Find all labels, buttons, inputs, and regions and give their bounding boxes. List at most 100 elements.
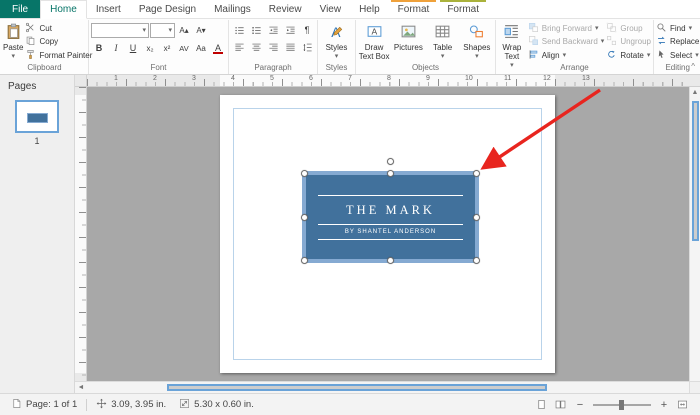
draw-text-box-icon: A [366,23,383,44]
numbering-button[interactable] [248,23,264,37]
increase-indent-button[interactable] [282,23,298,37]
zoom-slider-knob[interactable] [619,399,624,410]
table-button[interactable]: Table ▾ [427,21,459,62]
vertical-scrollbar[interactable]: ▲ [689,87,700,381]
ruler-number: 13 [582,75,590,82]
fit-page-button[interactable] [677,399,689,410]
font-name-combo[interactable]: ▾ [91,23,149,38]
scroll-left-button[interactable]: ◄ [75,382,87,393]
group-arrange: Wrap Text ▾ Bring Forward ▾ Send Backwar… [496,20,654,74]
zoom-slider[interactable] [593,399,651,410]
bring-forward-button[interactable]: Bring Forward ▾ [528,22,605,34]
line-spacing-button[interactable] [299,40,315,54]
shrink-font-button[interactable]: A▾ [193,24,209,38]
tab-format-drawing-tools[interactable]: Format [389,0,439,18]
page-icon [11,398,22,412]
object-position-indicator[interactable]: 3.09, 3.95 in. [92,394,170,415]
shapes-button[interactable]: Shapes ▾ [461,21,493,62]
cut-icon [25,22,36,35]
underline-button[interactable]: U [125,41,141,55]
font-size-combo[interactable]: ▾ [150,23,175,38]
show-paragraph-marks-button[interactable]: ¶ [299,23,315,37]
page-number-indicator[interactable]: Page: 1 of 1 [7,394,81,415]
decrease-indent-button[interactable] [265,23,281,37]
change-case-button[interactable]: Aa [193,41,209,55]
italic-button[interactable]: I [108,41,124,55]
resize-handle-bottom-right[interactable] [473,257,480,264]
align-objects-button[interactable]: Align ▾ [528,49,605,61]
horizontal-scrollbar[interactable]: ◄ [75,381,689,393]
clipboard-group-label: Clipboard [27,63,62,72]
group-icon [606,22,617,35]
document-canvas[interactable]: THE MARK BY SHANTEL ANDERSON [87,87,689,381]
horizontal-scroll-thumb[interactable] [167,384,547,391]
rotate-handle[interactable] [387,158,394,165]
selected-text-box[interactable]: THE MARK BY SHANTEL ANDERSON [301,158,480,264]
grow-font-button[interactable]: A▴ [176,24,192,38]
align-right-button[interactable] [265,40,281,54]
tab-file[interactable]: File [0,0,41,18]
align-left-button[interactable] [231,40,247,54]
tab-help[interactable]: Help [350,0,389,18]
resize-handle-top-right[interactable] [473,170,480,177]
group-button[interactable]: Group [606,22,651,34]
zoom-in-button[interactable]: + [658,399,670,411]
tab-home[interactable]: Home [40,0,87,19]
zoom-out-button[interactable]: − [574,399,586,411]
paste-button[interactable]: Paste ▾ [3,21,23,62]
pictures-button[interactable]: Pictures [392,21,424,62]
publication-page[interactable]: THE MARK BY SHANTEL ANDERSON [220,95,555,373]
tab-view[interactable]: View [311,0,351,18]
draw-text-box-button[interactable]: A Draw Text Box [358,21,390,62]
format-painter-button[interactable]: Format Painter [25,49,92,61]
find-button[interactable]: Find ▾ [656,22,699,34]
character-spacing-button[interactable]: AV [176,41,192,55]
group-styles: A Styles ▾ Styles [318,20,356,74]
tab-mailings[interactable]: Mailings [205,0,260,18]
ruler-number: 4 [231,75,235,82]
ungroup-button[interactable]: Ungroup [606,36,651,48]
group-font: ▾ ▾ A▴ A▾ B I U x₂ x² AV Aa A Font [89,20,229,74]
rotate-button[interactable]: Rotate ▾ [606,49,651,61]
styles-button[interactable]: A Styles ▾ [320,21,353,62]
collapse-ribbon-button[interactable]: ^ [691,62,695,71]
vertical-scroll-thumb[interactable] [691,101,699,241]
canvas-area: 1 2 3 4 5 6 7 8 9 10 11 12 13 THE MARK B… [75,75,700,393]
align-center-button[interactable] [248,40,264,54]
select-icon [656,49,667,62]
single-page-view-button[interactable] [536,399,548,410]
resize-handle-middle-left[interactable] [301,213,308,221]
resize-handle-middle-right[interactable] [473,213,480,221]
subscript-button[interactable]: x₂ [142,41,158,55]
object-size-indicator[interactable]: 5.30 x 0.60 in. [175,394,258,415]
replace-button[interactable]: Replace [656,36,699,48]
styles-icon: A [328,23,345,44]
group-objects: A Draw Text Box Pictures Table ▾ Shapes … [356,20,496,74]
resize-handle-bottom-center[interactable] [387,257,394,264]
bullets-button[interactable] [231,23,247,37]
resize-handle-bottom-left[interactable] [301,257,308,264]
copy-button[interactable]: Copy [25,36,92,48]
textbox-title[interactable]: THE MARK [306,203,475,218]
tab-insert[interactable]: Insert [87,0,130,18]
paste-dropdown[interactable]: ▾ [11,53,15,60]
resize-handle-top-left[interactable] [301,170,308,177]
scroll-up-button[interactable]: ▲ [690,87,700,98]
font-color-button[interactable]: A [210,41,226,55]
wrap-text-button[interactable]: Wrap Text ▾ [498,21,526,69]
resize-handle-top-center[interactable] [387,170,394,177]
tab-page-design[interactable]: Page Design [130,0,205,18]
tab-format-text-box-tools[interactable]: Format [438,0,488,18]
superscript-button[interactable]: x² [159,41,175,55]
bold-button[interactable]: B [91,41,107,55]
ruler-number: 9 [426,75,430,82]
textbox-byline[interactable]: BY SHANTEL ANDERSON [306,229,475,235]
send-backward-button[interactable]: Send Backward ▾ [528,36,604,48]
two-page-view-button[interactable] [555,399,567,410]
justify-button[interactable] [282,40,298,54]
tab-review[interactable]: Review [260,0,311,18]
cut-button[interactable]: Cut [25,22,92,34]
page-thumbnail[interactable] [15,100,59,133]
ungroup-icon [606,35,617,48]
select-button[interactable]: Select ▾ [656,49,699,61]
